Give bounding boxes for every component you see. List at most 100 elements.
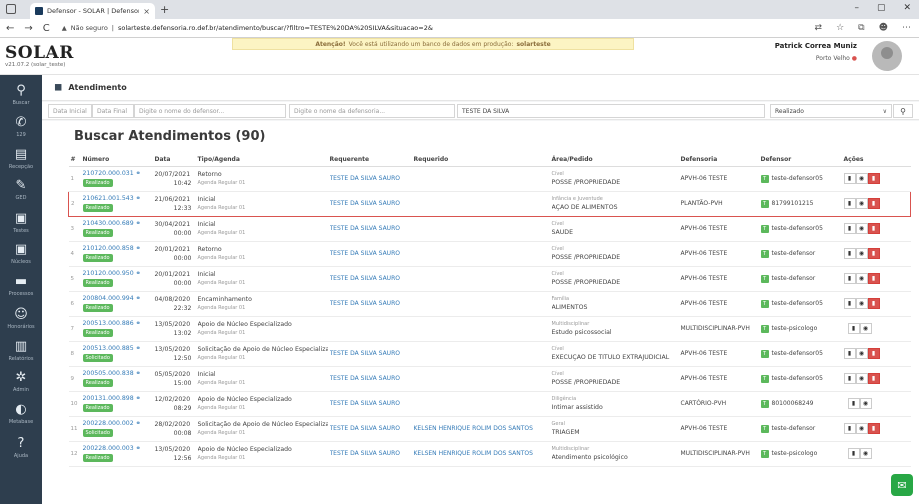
tab-icon[interactable]: ⧉ — [858, 23, 864, 33]
requerente-link[interactable]: TESTE DA SILVA SAURO — [330, 175, 412, 182]
delete-button[interactable]: ▮ — [867, 298, 880, 309]
url-field[interactable]: ▲ Não seguro | solarteste.defensoria.ro.… — [62, 24, 815, 32]
atendimento-number-link[interactable]: 200804.000.994 ⚭ — [83, 295, 153, 302]
table-row[interactable]: 8 200513.000.885 ⚭ Solicitado 13/05/2020 12:… — [68, 341, 911, 367]
minimize-button[interactable]: – — [854, 3, 859, 13]
delete-button[interactable]: ▮ — [867, 198, 880, 209]
requerente-link[interactable]: TESTE DA SILVA SAURO — [330, 275, 412, 282]
forward-button[interactable]: → — [24, 23, 32, 34]
user-info[interactable]: Patrick Correa Muniz Porto Velho ● — [775, 42, 857, 62]
requerente-link[interactable]: TESTE DA SILVA SAURO — [330, 300, 412, 307]
back-button[interactable]: ← — [6, 23, 14, 34]
sidebar-item-129[interactable]: ✆ 129 — [0, 115, 42, 138]
print-button[interactable]: ▮ — [847, 398, 860, 409]
print-button[interactable]: ▮ — [843, 348, 856, 359]
requerente-link[interactable]: TESTE DA SILVA SAURO — [330, 425, 412, 432]
sidebar-item-admin[interactable]: ✲ Admin — [0, 370, 42, 393]
status-select[interactable]: Realizado ∨ — [770, 104, 892, 118]
table-row[interactable]: 9 200505.000.838 ⚭ Realizado 05/05/2020 15:0… — [68, 366, 911, 392]
view-button[interactable]: ◉ — [855, 248, 868, 259]
table-row[interactable]: 1 210720.000.031 ⚭ Realizado 20/07/2021 10:4… — [68, 166, 911, 192]
translate-icon[interactable]: ⇄ — [815, 23, 823, 33]
requerente-link[interactable]: TESTE DA SILVA SAURO — [330, 250, 412, 257]
menu-icon[interactable]: ⋯ — [902, 23, 911, 33]
tab-actions-icon[interactable] — [6, 4, 16, 14]
view-button[interactable]: ◉ — [859, 448, 872, 459]
sidebar-item-ged[interactable]: ✎ GED — [0, 178, 42, 201]
view-button[interactable]: ◉ — [859, 323, 872, 334]
atendimento-number-link[interactable]: 210120.000.858 ⚭ — [83, 245, 153, 252]
search-button[interactable]: ⚲ — [893, 104, 913, 118]
chat-button[interactable]: ✉ — [891, 474, 913, 496]
atendimento-number-link[interactable]: 200131.000.898 ⚭ — [83, 395, 153, 402]
atendimento-number-link[interactable]: 210430.000.689 ⚭ — [83, 220, 153, 227]
atendimento-number-link[interactable]: 200505.000.838 ⚭ — [83, 370, 153, 377]
print-button[interactable]: ▮ — [843, 373, 856, 384]
view-button[interactable]: ◉ — [855, 373, 868, 384]
atendimento-number-link[interactable]: 210621.001.543 ⚭ — [83, 195, 153, 202]
sidebar-item-buscar[interactable]: ⚲ Buscar — [0, 83, 42, 106]
delete-button[interactable]: ▮ — [867, 273, 880, 284]
view-button[interactable]: ◉ — [855, 423, 868, 434]
atendimento-number-link[interactable]: 200228.000.002 ⚭ — [83, 420, 153, 427]
view-button[interactable]: ◉ — [855, 273, 868, 284]
sidebar-item-honorários[interactable]: ☺ Honorários — [0, 307, 42, 330]
requerente-link[interactable]: TESTE DA SILVA SAURO — [330, 400, 412, 407]
view-button[interactable]: ◉ — [855, 298, 868, 309]
star-icon[interactable]: ☆ — [836, 23, 844, 33]
requerido-link[interactable]: KELSEN HENRIQUE ROLIM DOS SANTOS — [414, 425, 550, 432]
close-window-button[interactable]: ✕ — [903, 3, 911, 13]
atendimento-number-link[interactable]: 200513.000.886 ⚭ — [83, 320, 153, 327]
tab-close-icon[interactable]: × — [143, 7, 150, 16]
avatar[interactable] — [872, 41, 902, 71]
delete-button[interactable]: ▮ — [867, 348, 880, 359]
table-row[interactable]: 2 210621.001.543 ⚭ Realizado 21/06/2021 12:3… — [68, 190, 911, 217]
table-row[interactable]: 10 200131.000.898 ⚭ Realizado 12/02/2020 08:… — [68, 391, 911, 417]
requerente-link[interactable]: TESTE DA SILVA SAURO — [330, 450, 412, 457]
table-row[interactable]: 5 210120.000.950 ⚭ Realizado 20/01/2021 00:0… — [68, 266, 911, 292]
sidebar-item-processos[interactable]: ▬ Processos — [0, 274, 42, 297]
date-start-input[interactable]: Data Inicial — [48, 104, 92, 118]
requerido-link[interactable]: KELSEN HENRIQUE ROLIM DOS SANTOS — [414, 450, 550, 457]
table-row[interactable]: 7 200513.000.886 ⚭ Realizado 13/05/2020 13:0… — [68, 316, 911, 342]
table-row[interactable]: 6 200804.000.994 ⚭ Realizado 04/08/2020 22:3… — [68, 291, 911, 317]
print-button[interactable]: ▮ — [843, 248, 856, 259]
delete-button[interactable]: ▮ — [867, 373, 880, 384]
print-button[interactable]: ▮ — [847, 323, 860, 334]
defensor-input[interactable]: Digite o nome do defensor... — [134, 104, 286, 118]
atendimento-number-link[interactable]: 210720.000.031 ⚭ — [83, 170, 153, 177]
maximize-button[interactable]: ▢ — [877, 3, 886, 13]
search-text-input[interactable]: TESTE DA SILVA — [457, 104, 765, 118]
print-button[interactable]: ▮ — [843, 223, 856, 234]
sidebar-item-metabase[interactable]: ◐ Metabase — [0, 402, 42, 425]
print-button[interactable]: ▮ — [843, 198, 856, 209]
requerente-link[interactable]: TESTE DA SILVA SAURO — [330, 200, 412, 207]
new-tab-button[interactable]: + — [160, 3, 169, 16]
print-button[interactable]: ▮ — [847, 448, 860, 459]
view-button[interactable]: ◉ — [859, 398, 872, 409]
print-button[interactable]: ▮ — [843, 173, 856, 184]
delete-button[interactable]: ▮ — [867, 173, 880, 184]
sidebar-item-ajuda[interactable]: ? Ajuda — [0, 436, 42, 459]
delete-button[interactable]: ▮ — [867, 423, 880, 434]
delete-button[interactable]: ▮ — [867, 223, 880, 234]
sidebar-item-núcleos[interactable]: ▣ Núcleos — [0, 242, 42, 265]
print-button[interactable]: ▮ — [843, 273, 856, 284]
print-button[interactable]: ▮ — [843, 423, 856, 434]
atendimento-number-link[interactable]: 200228.000.003 ⚭ — [83, 445, 153, 452]
app-logo[interactable]: SOLAR — [5, 43, 74, 63]
table-row[interactable]: 4 210120.000.858 ⚭ Realizado 20/01/2021 00:0… — [68, 241, 911, 267]
requerente-link[interactable]: TESTE DA SILVA SAURO — [330, 225, 412, 232]
table-row[interactable]: 3 210430.000.689 ⚭ Realizado 30/04/2021 00:0… — [68, 216, 911, 242]
atendimento-number-link[interactable]: 200513.000.885 ⚭ — [83, 345, 153, 352]
table-row[interactable]: 12 200228.000.003 ⚭ Realizado 13/05/2020 12:… — [68, 441, 911, 467]
requerente-link[interactable]: TESTE DA SILVA SAURO — [330, 375, 412, 382]
defensoria-input[interactable]: Digite o nome da defensoria... — [289, 104, 455, 118]
print-button[interactable]: ▮ — [843, 298, 856, 309]
reload-button[interactable]: C — [43, 23, 50, 34]
profile-icon[interactable]: ☻ — [879, 23, 888, 33]
table-row[interactable]: 11 200228.000.002 ⚭ Solicitado 28/02/2020 00… — [68, 416, 911, 442]
browser-tab[interactable]: Defensor - SOLAR | Defensoria P × — [30, 3, 155, 19]
sidebar-item-relatórios[interactable]: ▥ Relatórios — [0, 339, 42, 362]
view-button[interactable]: ◉ — [855, 173, 868, 184]
